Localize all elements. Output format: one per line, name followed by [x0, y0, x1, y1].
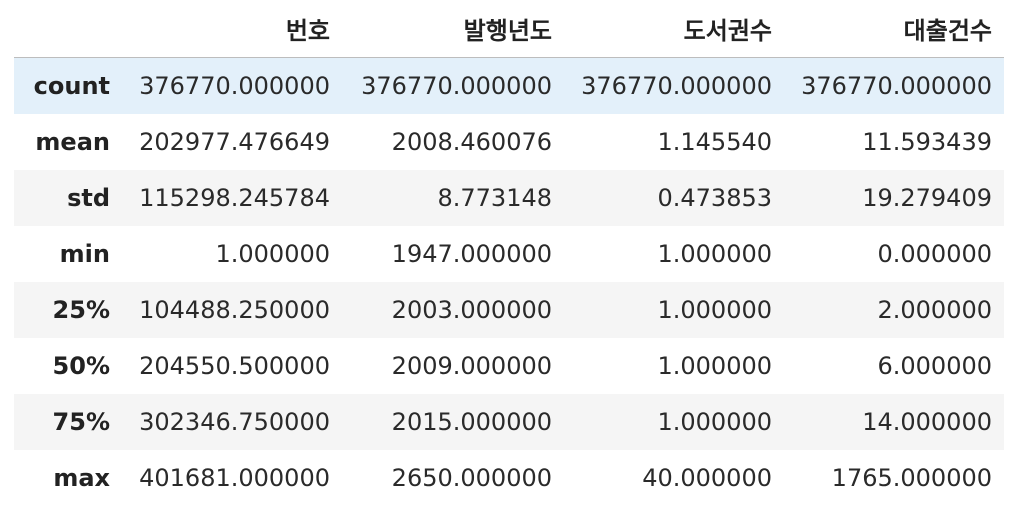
- table-cell: 2003.000000: [391, 295, 552, 324]
- row-index: 75%: [52, 407, 110, 436]
- table-cell: 6.000000: [877, 351, 992, 380]
- dataframe-output: 번호 발행년도 도서권수 대출건수 count 376770.000000 37…: [14, 0, 1004, 506]
- row-index: min: [59, 239, 110, 268]
- column-header-번호: 번호: [122, 0, 342, 58]
- table-row-75pct: 75% 302346.750000 2015.000000 1.000000 1…: [14, 393, 1004, 450]
- row-index: mean: [35, 127, 110, 156]
- table-cell: 2009.000000: [391, 351, 552, 380]
- table-cell: 11.593439: [862, 127, 992, 156]
- row-index: 25%: [52, 295, 110, 324]
- table-cell: 1.000000: [657, 239, 772, 268]
- header-row: 번호 발행년도 도서권수 대출건수: [14, 0, 1004, 58]
- table-cell: 14.000000: [862, 407, 992, 436]
- table-cell: 204550.500000: [139, 351, 330, 380]
- table-cell: 202977.476649: [139, 127, 330, 156]
- row-index: std: [67, 183, 110, 212]
- table-cell: 1.000000: [215, 239, 330, 268]
- table-cell: 19.279409: [862, 183, 992, 212]
- table-cell: 1.145540: [657, 127, 772, 156]
- table-cell: 376770.000000: [801, 71, 992, 100]
- column-header-대출건수: 대출건수: [784, 0, 1004, 58]
- table-cell: 302346.750000: [139, 407, 330, 436]
- table-cell: 1.000000: [657, 407, 772, 436]
- table-body: count 376770.000000 376770.000000 376770…: [14, 57, 1004, 506]
- table-cell: 376770.000000: [361, 71, 552, 100]
- describe-table: 번호 발행년도 도서권수 대출건수 count 376770.000000 37…: [14, 0, 1004, 506]
- table-cell: 104488.250000: [139, 295, 330, 324]
- table-row-std: std 115298.245784 8.773148 0.473853 19.2…: [14, 169, 1004, 226]
- table-row-mean: mean 202977.476649 2008.460076 1.145540 …: [14, 113, 1004, 170]
- table-cell: 8.773148: [437, 183, 552, 212]
- table-cell: 376770.000000: [139, 71, 330, 100]
- table-cell: 1947.000000: [391, 239, 552, 268]
- table-cell: 2015.000000: [391, 407, 552, 436]
- table-row-count: count 376770.000000 376770.000000 376770…: [14, 57, 1004, 114]
- table-cell: 2.000000: [877, 295, 992, 324]
- table-cell: 0.000000: [877, 239, 992, 268]
- table-row-25pct: 25% 104488.250000 2003.000000 1.000000 2…: [14, 281, 1004, 338]
- column-header-발행년도: 발행년도: [342, 0, 564, 58]
- table-row-min: min 1.000000 1947.000000 1.000000 0.0000…: [14, 225, 1004, 282]
- table-cell: 2008.460076: [391, 127, 552, 156]
- table-cell: 1.000000: [657, 351, 772, 380]
- table-row-max: max 401681.000000 2650.000000 40.000000 …: [14, 449, 1004, 506]
- column-header-도서권수: 도서권수: [564, 0, 784, 58]
- table-cell: 1.000000: [657, 295, 772, 324]
- table-row-50pct: 50% 204550.500000 2009.000000 1.000000 6…: [14, 337, 1004, 394]
- table-cell: 376770.000000: [581, 71, 772, 100]
- index-header: [14, 0, 122, 58]
- table-header: 번호 발행년도 도서권수 대출건수: [14, 0, 1004, 58]
- row-index: 50%: [52, 351, 110, 380]
- table-cell: 1765.000000: [831, 463, 992, 492]
- table-cell: 115298.245784: [139, 183, 330, 212]
- table-cell: 40.000000: [642, 463, 772, 492]
- table-cell: 2650.000000: [391, 463, 552, 492]
- table-cell: 0.473853: [657, 183, 772, 212]
- table-cell: 401681.000000: [139, 463, 330, 492]
- row-index: count: [33, 71, 110, 100]
- row-index: max: [53, 463, 110, 492]
